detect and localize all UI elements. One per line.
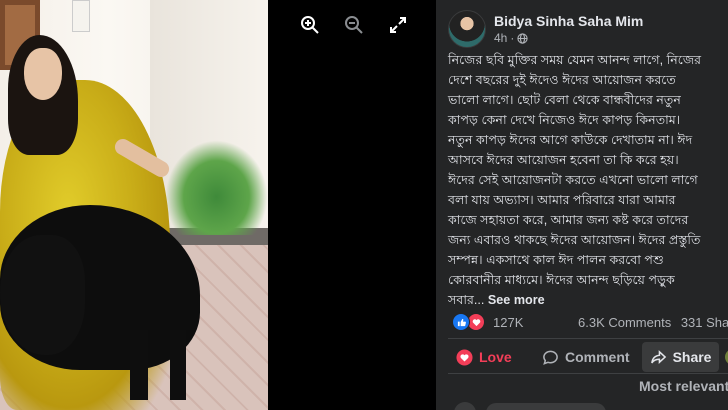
viewer-toolbar xyxy=(300,14,408,36)
photo-face xyxy=(24,48,62,100)
comments-count[interactable]: 6.3K Comments xyxy=(578,315,671,330)
post-time[interactable]: 4h xyxy=(494,31,507,45)
post-line-last: সবার... See more xyxy=(448,290,728,310)
post-line: কাজে সহায়তা করে, আমার জন্য কষ্ট করে তাদ… xyxy=(448,213,689,227)
zoom-out-icon[interactable] xyxy=(344,14,364,36)
photo-goat-leg xyxy=(170,330,186,400)
share-label: Share xyxy=(672,349,712,365)
post-panel: Bidya Sinha Saha Mim 4h · নিজের ছবি মুক্… xyxy=(436,0,728,410)
avatar[interactable] xyxy=(448,10,486,48)
post-line: ভালো লাগে। ছোট বেলা থেকে বান্ধবীদের নতুন xyxy=(448,93,681,107)
share-icon xyxy=(650,349,666,364)
post-line: ঈদের সেই আয়োজনটা করতে এখনো ভালো লাগে xyxy=(448,173,698,187)
love-button[interactable]: Love xyxy=(448,342,526,372)
comment-label: Comment xyxy=(565,349,630,365)
photo-plant xyxy=(165,140,268,235)
reactions-count[interactable]: 127K xyxy=(493,315,523,330)
see-more-link[interactable]: See more xyxy=(488,293,545,307)
post-text: নিজের ছবি মুক্তির সময় যেমন আনন্দ লাগে, … xyxy=(448,50,728,310)
sort-label: Most relevant xyxy=(639,378,728,394)
photo-sign xyxy=(72,0,90,32)
comment-sort[interactable]: Most relevant xyxy=(639,378,728,394)
expand-icon[interactable] xyxy=(388,14,408,36)
post-line: নতুন কাপড় ঈদের আগে কাউকে দেখাতাম না। ঈদ xyxy=(448,133,693,147)
divider xyxy=(448,373,728,374)
post-line: আসবে ঈদের আয়োজন হবেনা তা কি করে হয়। xyxy=(448,153,679,167)
post-actions: Love Comment Share xyxy=(448,342,728,372)
post-line: জন্য এবারও থাকছে ঈদের আয়োজন। ঈদের প্রস্… xyxy=(448,233,701,247)
comment-preview[interactable] xyxy=(486,403,606,410)
post-line: কোরবানীর মাধ্যমে। ঈদের আনন্দ ছড়িয়ে পড়… xyxy=(448,273,675,287)
post-line: দেশে বছরের দুই ঈদেও ঈদের আয়োজন করতে xyxy=(448,73,676,87)
author-name[interactable]: Bidya Sinha Saha Mim xyxy=(494,13,643,29)
share-button[interactable]: Share xyxy=(641,342,720,372)
reaction-counts: 127K 6.3K Comments 331 Shares xyxy=(452,312,728,332)
comment-avatar xyxy=(454,402,476,410)
engagement-counts: 6.3K Comments 331 Shares xyxy=(578,315,728,330)
post-line: কাপড় কেনা দেখে নিজেও ঈদে কাপড় কিনতাম। xyxy=(448,113,681,127)
post-meta: Bidya Sinha Saha Mim 4h · xyxy=(494,13,643,45)
globe-icon xyxy=(517,32,528,44)
post-line: বলা যায় অভ্যাস। আমার পরিবারে যারা আমার xyxy=(448,193,676,207)
heart-icon xyxy=(456,348,473,366)
photo-goat-leg xyxy=(130,330,148,400)
divider xyxy=(448,338,728,339)
post-line: নিজের ছবি মুক্তির সময় যেমন আনন্দ লাগে, … xyxy=(448,53,702,67)
post-photo[interactable] xyxy=(0,0,268,410)
post-subline: 4h · xyxy=(494,31,643,45)
photo-goat-head xyxy=(0,235,85,355)
reaction-icons[interactable] xyxy=(452,313,485,331)
post-line-end: সবার... xyxy=(448,293,485,307)
comment-icon xyxy=(543,350,558,365)
post-header: Bidya Sinha Saha Mim 4h · xyxy=(448,10,643,48)
post-line: সম্পন্ন। একসাথে কাল ঈদ পালন করবো পশু xyxy=(448,253,664,267)
shares-count[interactable]: 331 Shares xyxy=(681,315,728,330)
comment-button[interactable]: Comment xyxy=(534,342,638,372)
zoom-in-icon[interactable] xyxy=(300,14,320,36)
like-reaction-icon xyxy=(452,313,470,331)
love-label: Love xyxy=(479,349,512,365)
